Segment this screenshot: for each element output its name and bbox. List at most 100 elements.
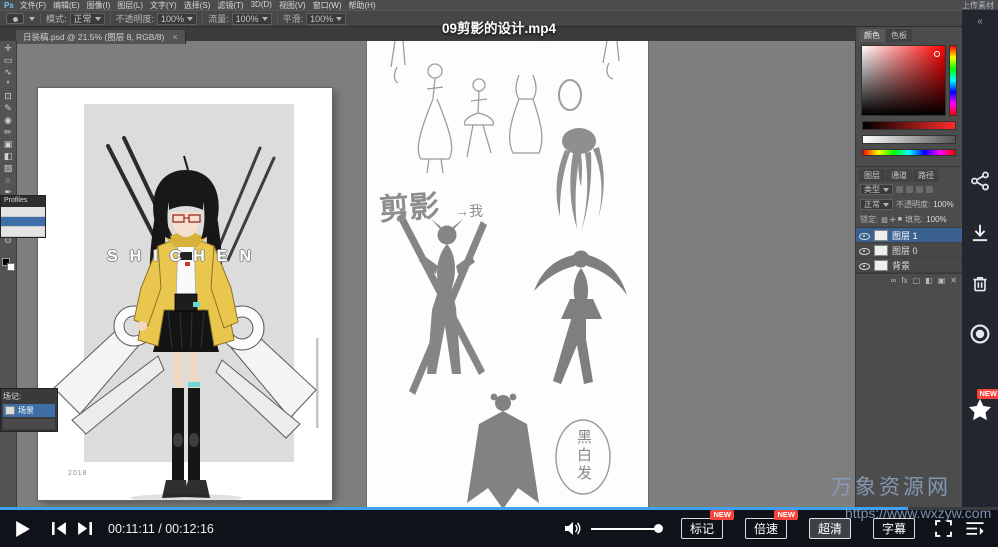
tab-swatches[interactable]: 色板 (886, 29, 912, 42)
scene-layer-row[interactable]: 场景 (3, 404, 55, 417)
lock-icon[interactable]: ▨ (881, 216, 888, 224)
layer-thumbnail (5, 406, 15, 415)
panel-action-icon[interactable]: ∞ (891, 276, 897, 285)
brush-preset-icon[interactable] (6, 13, 24, 24)
ps-toolbar: ✛▭∿*⊡✎◉✏▣◧▨○✒T◊⊕⊙ (0, 41, 17, 507)
color-ramp-gray[interactable] (862, 135, 956, 144)
list-item[interactable] (1, 227, 45, 237)
panel-tab[interactable]: 图层 (859, 169, 885, 182)
color-ramp-red[interactable] (862, 121, 956, 130)
favorite-star-icon[interactable]: NEW (966, 396, 994, 429)
tab-color[interactable]: 颜色 (859, 29, 885, 42)
smoothing-option[interactable]: 平滑: 100% (283, 12, 347, 25)
menu-item[interactable]: 图像(I) (87, 0, 111, 10)
blend-mode-option[interactable]: 模式: 正常 (46, 12, 105, 25)
ps-tool-icon[interactable]: ✏ (4, 127, 12, 138)
ps-menubar: Ps 文件(F)编辑(E)图像(I)图层(L)文字(Y)选择(S)滤镜(T)3D… (0, 0, 998, 10)
layer-opacity-value[interactable]: 100% (933, 200, 953, 209)
ps-tool-icon[interactable]: ◉ (4, 115, 12, 126)
ps-tool-icon[interactable]: ▨ (4, 163, 13, 174)
layer-name: 图层 1 (892, 229, 918, 242)
next-button[interactable] (77, 522, 92, 535)
filter-type-select[interactable]: 类型 (860, 184, 893, 195)
subtitle-button[interactable]: 字幕 (873, 518, 915, 539)
menu-item[interactable]: 文件(F) (20, 0, 46, 10)
filter-type-icon[interactable] (916, 186, 923, 193)
layer-row[interactable]: 背景 (856, 258, 962, 273)
layer-row[interactable]: 图层 1 (856, 228, 962, 243)
filter-pixel-icon[interactable] (896, 186, 903, 193)
ps-tool-icon[interactable]: * (6, 79, 10, 90)
chevron-down-icon (187, 17, 193, 21)
volume-slider[interactable] (591, 528, 659, 530)
flow-option[interactable]: 流量: 100% (208, 12, 272, 25)
chevron-collapse-icon[interactable]: « (977, 16, 983, 27)
ps-tool-icon[interactable]: ⊡ (4, 91, 12, 102)
panel-tab[interactable]: 通道 (886, 169, 912, 182)
quality-button[interactable]: 超清 (809, 518, 851, 539)
mark-button[interactable]: 标记 NEW (681, 518, 723, 539)
fill-value[interactable]: 100% (926, 215, 946, 224)
lock-icon[interactable]: ■ (898, 216, 902, 224)
menu-item[interactable]: 文字(Y) (150, 0, 177, 10)
list-item[interactable] (1, 207, 45, 217)
layer-filter-row: 类型 (856, 182, 962, 197)
panel-action-icon[interactable]: ▢ (913, 276, 921, 285)
ps-tool-icon[interactable]: ✛ (4, 43, 12, 54)
panel-action-icon[interactable]: ✕ (950, 276, 957, 285)
panel-action-icon[interactable]: ◧ (925, 276, 933, 285)
delete-icon[interactable] (969, 273, 991, 300)
speed-button[interactable]: 倍速 NEW (745, 518, 787, 539)
fill-label: 填充: (905, 214, 923, 225)
menu-item[interactable]: 窗口(W) (313, 0, 342, 10)
document-tab[interactable]: 日装稿.psd @ 21.5% (图层 8, RGB/8) × (16, 30, 186, 44)
ps-tool-icon[interactable]: ◧ (4, 151, 13, 162)
record-icon[interactable] (968, 322, 992, 351)
spectrum-bar[interactable] (862, 149, 956, 156)
close-icon[interactable]: × (172, 32, 177, 42)
menu-item[interactable]: 图层(L) (117, 0, 143, 10)
playlist-icon[interactable] (966, 521, 984, 536)
filter-adjustment-icon[interactable] (906, 186, 913, 193)
menu-item[interactable]: 3D(D) (251, 0, 272, 10)
layer-row[interactable]: 图层 0 (856, 243, 962, 258)
foreground-background-swatches[interactable] (2, 258, 15, 271)
share-icon[interactable] (969, 170, 991, 197)
lock-icon[interactable]: ✛ (890, 216, 896, 224)
menu-item[interactable]: 选择(S) (184, 0, 211, 10)
artwork-year-text: 2018 (68, 470, 88, 477)
site-sidebar: « NEW (962, 10, 998, 507)
fullscreen-icon[interactable] (935, 520, 952, 537)
ps-tool-icon[interactable]: ▭ (4, 55, 13, 66)
profiles-float-panel: Profiles (0, 195, 46, 238)
calligraphy-text: 剪影 (378, 181, 441, 229)
menu-item[interactable]: 编辑(E) (53, 0, 80, 10)
panel-action-icon[interactable]: fx (901, 276, 907, 285)
visibility-eye-icon[interactable] (859, 261, 870, 270)
upload-link[interactable]: 上传素材 (962, 0, 994, 10)
list-item[interactable] (1, 217, 45, 227)
panel-action-icon[interactable]: ▣ (938, 276, 946, 285)
menu-item[interactable]: 帮助(H) (349, 0, 376, 10)
download-icon[interactable] (969, 222, 991, 249)
visibility-eye-icon[interactable] (859, 246, 870, 255)
volume-icon[interactable] (564, 521, 582, 536)
volume-knob[interactable] (654, 524, 663, 533)
filter-shape-icon[interactable] (926, 186, 933, 193)
previous-button[interactable] (52, 522, 67, 535)
ps-tool-icon[interactable]: ▣ (4, 139, 13, 150)
visibility-eye-icon[interactable] (859, 231, 870, 240)
ps-tool-icon[interactable]: ✎ (4, 103, 12, 114)
ps-tool-icon[interactable]: ∿ (4, 67, 12, 78)
menu-item[interactable]: 视图(V) (279, 0, 306, 10)
play-button[interactable] (16, 521, 30, 537)
scene-layer-row[interactable] (3, 419, 55, 429)
menu-item[interactable]: 滤镜(T) (217, 0, 243, 10)
opacity-option[interactable]: 不透明度: 100% (116, 12, 198, 25)
layer-list: 图层 1 图层 0 背景 (856, 227, 962, 274)
blend-mode-select[interactable]: 正常 (860, 199, 893, 210)
color-field[interactable] (861, 45, 946, 116)
panel-tab[interactable]: 路径 (913, 169, 939, 182)
ps-tool-icon[interactable]: ○ (5, 175, 10, 186)
hue-slider[interactable] (949, 45, 957, 116)
